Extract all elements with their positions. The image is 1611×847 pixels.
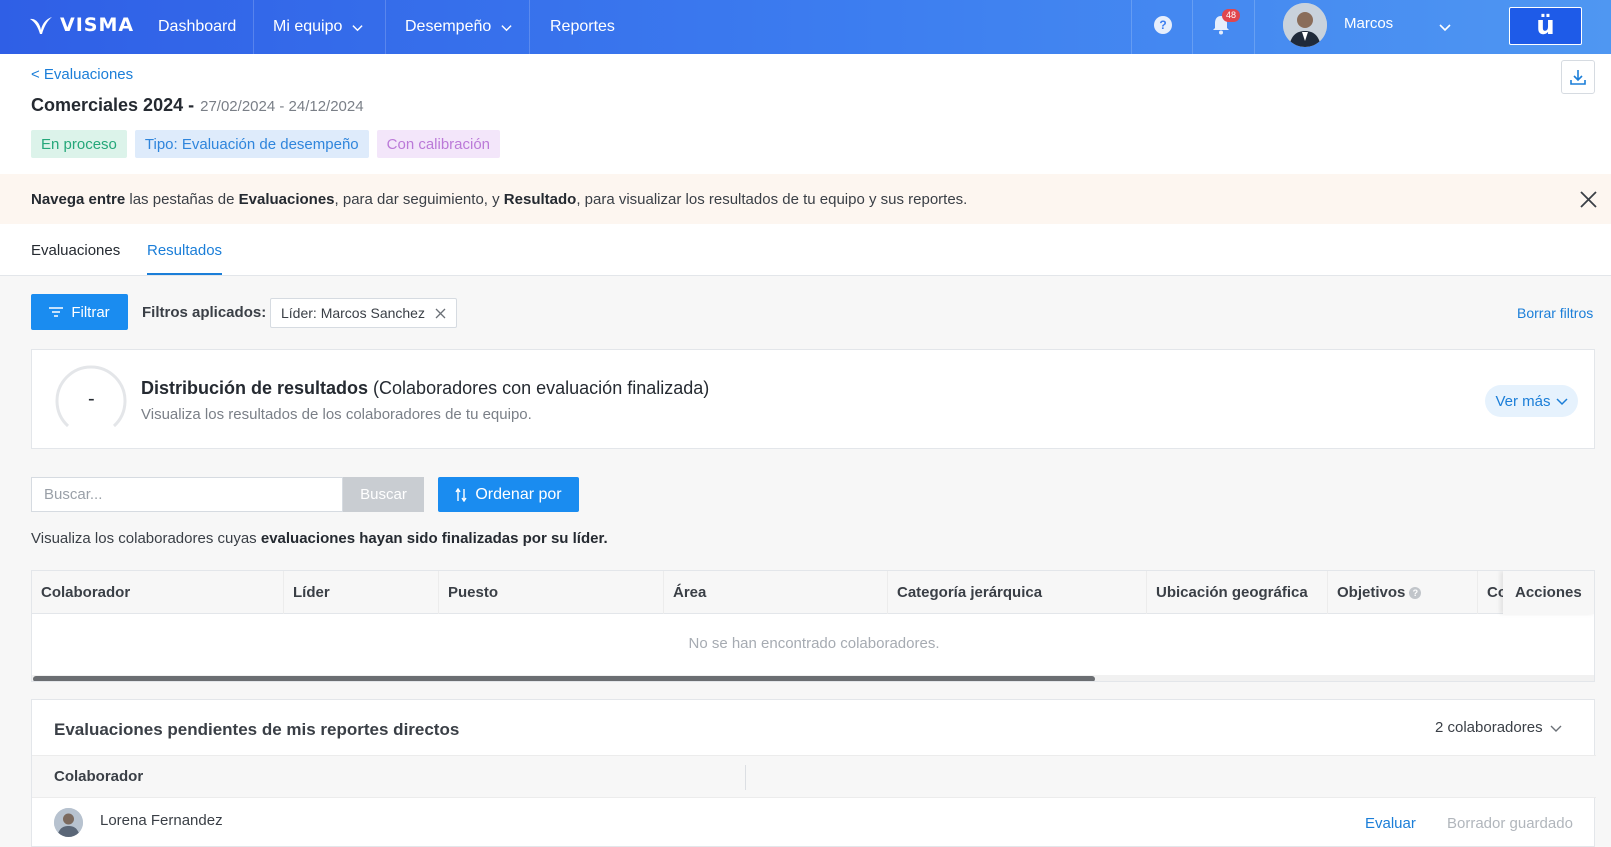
filters-applied-label: Filtros aplicados: <box>142 304 267 321</box>
chevron-down-icon[interactable] <box>1439 21 1451 33</box>
status-badges: En proceso Tipo: Evaluación de desempeño… <box>31 130 501 158</box>
filter-button-label: Filtrar <box>71 303 110 321</box>
visma-logo-icon <box>30 17 52 34</box>
help-icon[interactable]: ? <box>1154 16 1172 34</box>
column-area[interactable]: Área <box>663 571 887 614</box>
type-badge: Tipo: Evaluación de desempeño <box>134 130 369 158</box>
visma-logo[interactable]: VISMA <box>28 14 134 36</box>
results-table: Colaborador Líder Puesto Área Categoría … <box>31 570 1595 682</box>
nav-desempeno-label: Desempeño <box>405 18 492 35</box>
empty-state: No se han encontrado colaboradores. <box>688 635 940 652</box>
tab-resultados[interactable]: Resultados <box>147 242 222 259</box>
user-name[interactable]: Marcos <box>1344 15 1393 32</box>
title-row: Comerciales 2024 - 27/02/2024 - 24/12/20… <box>31 95 364 116</box>
column-colaborador[interactable]: Colaborador <box>32 571 283 614</box>
page-header: < Evaluaciones Comerciales 2024 - 27/02/… <box>0 54 1611 174</box>
chevron-down-icon <box>352 24 363 31</box>
distribution-subtitle: Visualiza los resultados de los colabora… <box>141 406 532 423</box>
column-lider[interactable]: Líder <box>283 571 438 614</box>
download-icon <box>1570 70 1586 85</box>
pending-table-header: Colaborador <box>32 755 1596 798</box>
avatar <box>54 808 83 837</box>
column-puesto[interactable]: Puesto <box>438 571 663 614</box>
close-icon[interactable] <box>1580 191 1597 208</box>
back-link[interactable]: < Evaluaciones <box>31 66 133 83</box>
nav-reportes[interactable]: Reportes <box>550 0 615 54</box>
nav-divider <box>1131 0 1132 54</box>
filter-icon <box>49 307 64 317</box>
search-input[interactable] <box>31 477 343 512</box>
pending-title: Evaluaciones pendientes de mis reportes … <box>54 720 460 739</box>
close-icon[interactable] <box>435 308 446 319</box>
sort-button-label: Ordenar por <box>475 485 562 503</box>
page-dates: 27/02/2024 - 24/12/2024 <box>200 98 364 115</box>
download-button[interactable] <box>1561 60 1595 94</box>
pending-count: 2 colaboradores <box>1435 719 1543 736</box>
nav-dashboard[interactable]: Dashboard <box>158 0 236 54</box>
notification-count-badge: 48 <box>1222 9 1240 22</box>
page-title: Comerciales 2024 - <box>31 95 195 115</box>
app-switch-button[interactable]: ü <box>1509 7 1582 45</box>
collaborator-name: Lorena Fernandez <box>100 812 223 829</box>
nav-divider <box>385 0 386 54</box>
nav-divider <box>253 0 254 54</box>
search-button-label: Buscar <box>360 486 407 503</box>
nav-mi-equipo-label: Mi equipo <box>273 18 343 35</box>
column-ubicacion[interactable]: Ubicación geográfica <box>1146 571 1327 614</box>
nav-divider <box>1254 0 1255 54</box>
calibration-badge: Con calibración <box>376 130 501 158</box>
column-categoria[interactable]: Categoría jerárquica <box>887 571 1146 614</box>
ver-mas-label: Ver más <box>1495 392 1551 410</box>
nav-divider <box>529 0 530 54</box>
banner-text: Navega entre las pestañas de Evaluacione… <box>31 190 968 208</box>
tabs: Evaluaciones Resultados <box>0 224 1611 276</box>
info-icon[interactable]: ? <box>1409 586 1422 599</box>
sort-button[interactable]: Ordenar por <box>438 477 579 512</box>
filter-chip[interactable]: Líder: Marcos Sanchez <box>270 298 457 328</box>
nav-dashboard-label: Dashboard <box>158 18 237 35</box>
column-colaborador: Colaborador <box>54 768 144 785</box>
filter-button[interactable]: Filtrar <box>31 294 128 330</box>
distribution-title: Distribución de resultados (Colaboradore… <box>141 378 710 398</box>
column-acciones: Acciones <box>1503 571 1594 614</box>
gauge-value: - <box>88 388 95 410</box>
sort-icon <box>455 487 467 502</box>
logo-text: VISMA <box>60 14 135 36</box>
info-banner: Navega entre las pestañas de Evaluacione… <box>0 174 1611 224</box>
pending-evaluations-card: Evaluaciones pendientes de mis reportes … <box>31 699 1596 847</box>
search-button[interactable]: Buscar <box>343 477 424 512</box>
scrollbar-thumb[interactable] <box>33 676 1095 681</box>
nav-desempeno[interactable]: Desempeño <box>405 0 512 54</box>
ver-mas-button[interactable]: Ver más <box>1485 385 1578 417</box>
avatar-image <box>54 808 83 837</box>
pending-count-toggle[interactable]: 2 colaboradores <box>1435 719 1562 736</box>
chevron-down-icon <box>501 24 512 31</box>
column-objetivos[interactable]: Objetivos? <box>1327 571 1477 614</box>
top-navbar: VISMA Dashboard Mi equipo Desempeño Repo… <box>0 0 1611 54</box>
distribution-card: - Distribución de resultados (Colaborado… <box>31 349 1595 449</box>
helper-text: Visualiza los colaboradores cuyas evalua… <box>31 530 608 547</box>
status-badge: En proceso <box>31 130 127 158</box>
draft-status: Borrador guardado <box>1447 815 1573 832</box>
tab-evaluaciones[interactable]: Evaluaciones <box>31 242 120 259</box>
filter-chip-label: Líder: Marcos Sanchez <box>281 305 425 321</box>
nav-reportes-label: Reportes <box>550 18 615 35</box>
nav-divider <box>1192 0 1193 54</box>
app-switch-label: ü <box>1536 11 1555 41</box>
chevron-down-icon <box>1555 398 1568 406</box>
chevron-down-icon <box>1550 725 1562 732</box>
avatar[interactable] <box>1283 3 1327 47</box>
evaluate-link[interactable]: Evaluar <box>1365 815 1416 832</box>
active-tab-indicator <box>147 273 222 275</box>
horizontal-scrollbar[interactable] <box>32 675 1594 681</box>
nav-mi-equipo[interactable]: Mi equipo <box>273 0 363 54</box>
avatar-image <box>1283 3 1327 47</box>
clear-filters-link[interactable]: Borrar filtros <box>1517 305 1593 321</box>
column-divider <box>745 765 746 790</box>
table-header: Colaborador Líder Puesto Área Categoría … <box>32 571 1594 614</box>
